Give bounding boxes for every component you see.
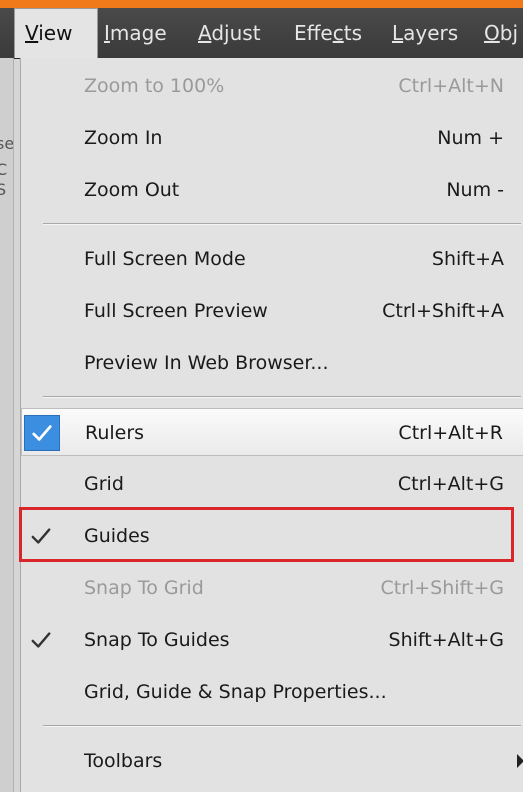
checkmark-icon — [23, 622, 59, 658]
background-text-fragment: S — [0, 180, 6, 199]
menu-item-shortcut: Ctrl+Alt+R — [398, 422, 503, 444]
menu-effects-pre: Effe — [294, 21, 333, 45]
menu-item-label: Zoom Out — [84, 179, 180, 201]
menu-separator — [43, 725, 521, 727]
menu-item-shortcut: Ctrl+Alt+G — [397, 473, 504, 495]
background-text-fragment: se — [0, 134, 14, 153]
menu-view-mnemonic: V — [25, 21, 39, 45]
highlight-annotation — [19, 507, 514, 562]
menu-item-label: Toolbars — [84, 750, 163, 772]
menu-item-snap-to-guides[interactable]: Snap To Guides Shift+Alt+G — [21, 616, 523, 664]
menu-adjust[interactable]: Adjust — [198, 8, 261, 58]
background-panel-edge: se C S — [0, 58, 14, 792]
window-accent-strip — [0, 0, 523, 8]
menu-item-shortcut: Ctrl+Shift+A — [382, 300, 504, 322]
menu-item-toolbars[interactable]: Toolbars — [21, 737, 523, 785]
menu-item-label: Grid — [84, 473, 124, 495]
chevron-right-icon — [517, 754, 523, 768]
menu-item-shortcut: Ctrl+Alt+N — [398, 75, 504, 97]
menu-item-shortcut: Ctrl+Shift+G — [380, 577, 504, 599]
menu-item-full-screen-preview[interactable]: Full Screen Preview Ctrl+Shift+A — [21, 287, 523, 335]
menu-item-label: Snap To Guides — [84, 629, 230, 651]
menu-item-zoom-out[interactable]: Zoom Out Num - — [21, 166, 523, 214]
checkmark-icon-glyph — [31, 632, 51, 648]
menu-item-snap-to-grid[interactable]: Snap To Grid Ctrl+Shift+G — [21, 564, 523, 612]
menu-item-label: Rulers — [85, 422, 145, 444]
checkmark-icon — [24, 415, 60, 451]
menu-view[interactable]: View — [14, 8, 98, 58]
menu-image-rest: mage — [109, 21, 167, 45]
menu-item-shortcut: Shift+A — [431, 248, 504, 270]
menu-effects-post: ts — [343, 21, 362, 45]
menu-effects-mnemonic: c — [332, 21, 344, 45]
menu-item-zoom-to-100[interactable]: Zoom to 100% Ctrl+Alt+N — [21, 62, 523, 110]
menu-item-shortcut: Num + — [437, 127, 504, 149]
menu-effects[interactable]: Effects — [294, 8, 362, 58]
menu-item-label: Full Screen Preview — [84, 300, 268, 322]
menu-item-label: Zoom to 100% — [84, 75, 225, 97]
checkmark-icon-glyph — [32, 425, 52, 441]
menu-item-shortcut: Shift+Alt+G — [388, 629, 504, 651]
background-text-fragment: C — [0, 160, 7, 179]
menu-item-grid-guide-snap-properties[interactable]: Grid, Guide & Snap Properties... — [21, 668, 523, 716]
menu-layers[interactable]: Layers — [392, 8, 458, 58]
menu-layers-rest: ayers — [403, 21, 459, 45]
menu-adjust-mnemonic: A — [198, 21, 212, 45]
menu-item-label: Snap To Grid — [84, 577, 204, 599]
menu-adjust-rest: djust — [211, 21, 261, 45]
menu-objects[interactable]: Obj — [484, 8, 518, 58]
menu-item-shortcut: Num - — [446, 179, 504, 201]
menu-item-label: Zoom In — [84, 127, 163, 149]
menu-bar: View Image Adjust Effects Layers Obj — [0, 8, 523, 59]
view-dropdown-menu: Zoom to 100% Ctrl+Alt+N Zoom In Num + Zo… — [20, 58, 523, 792]
menu-objects-rest: bj — [499, 21, 519, 45]
menu-layers-mnemonic: L — [392, 21, 404, 45]
menu-item-full-screen-mode[interactable]: Full Screen Mode Shift+A — [21, 235, 523, 283]
menu-item-label: Full Screen Mode — [84, 248, 246, 270]
menu-separator — [43, 396, 521, 398]
menu-item-rulers[interactable]: Rulers Ctrl+Alt+R — [21, 408, 523, 456]
menu-item-zoom-in[interactable]: Zoom In Num + — [21, 114, 523, 162]
menu-item-grid[interactable]: Grid Ctrl+Alt+G — [21, 460, 523, 508]
menu-item-label: Grid, Guide & Snap Properties... — [84, 681, 387, 703]
menu-item-label: Preview In Web Browser... — [84, 352, 329, 374]
menu-objects-mnemonic: O — [484, 21, 500, 45]
menu-item-preview-in-web-browser[interactable]: Preview In Web Browser... — [21, 339, 523, 387]
menu-separator — [43, 223, 521, 225]
menu-view-rest: iew — [38, 21, 73, 45]
menu-image[interactable]: Image — [104, 8, 167, 58]
